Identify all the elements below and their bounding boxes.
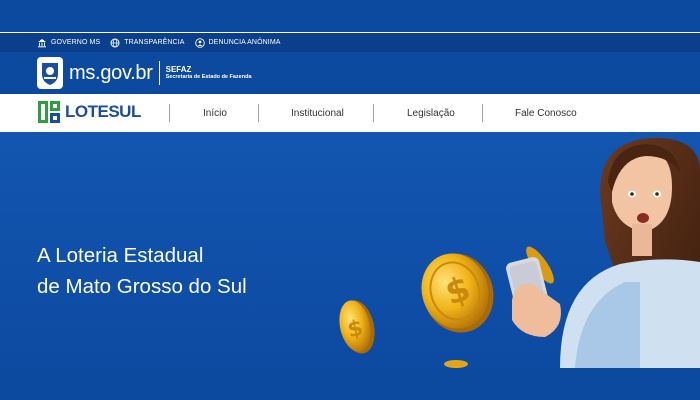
page: GOVERNO MS TRANSPARÊNCIA DENUNCIA ANÔNIM… [0,0,700,400]
gov-link-label: DENUNCIA ANÔNIMA [208,39,281,46]
department-title: SEFAZ [165,64,192,74]
coin-icon: $ [421,253,494,333]
main-nav: LOTESUL Início Institucional Legislação … [0,94,700,132]
brand-divider [158,61,160,85]
site-name[interactable]: ms.gov.br [69,62,153,85]
nav-item-inicio[interactable]: Início [203,94,227,132]
lotesul-logo[interactable]: LOTESUL [37,100,141,124]
nav-divider [482,104,483,122]
nav-divider [258,104,259,122]
top-band [0,0,700,33]
brand-bar: ms.gov.br SEFAZ Secretaria de Estado de … [0,52,700,94]
coin-icon [444,360,468,368]
bottom-band [0,368,700,400]
logo-text: LOTESUL [65,102,141,121]
nav-divider [169,104,170,122]
nav-item-fale-conosco[interactable]: Fale Conosco [515,94,577,132]
hero-banner: A Loteria Estadual de Mato Grosso do Sul [0,132,700,368]
gov-link-label: TRANSPARÊNCIA [124,39,185,46]
gov-link-transparencia[interactable]: TRANSPARÊNCIA [110,38,184,48]
coin-icon: $ [339,300,375,354]
lotesul-mark-icon [38,101,60,123]
gov-link-label: GOVERNO MS [51,39,101,46]
building-icon [38,38,46,47]
globe-icon [110,38,120,47]
nav-divider [373,104,374,122]
hero-illustration: $ $ [339,137,700,368]
gov-link-denuncia[interactable]: DENUNCIA ANÔNIMA [194,37,281,48]
department-block: SEFAZ Secretaria de Estado de Fazenda [165,64,252,81]
department-subtitle: Secretaria de Estado de Fazenda [165,74,252,81]
nav-item-institucional[interactable]: Institucional [291,94,344,132]
gov-link-governo[interactable]: GOVERNO MS [37,38,100,48]
state-crest-logo[interactable] [37,57,63,89]
nav-item-legislacao[interactable]: Legislação [407,94,455,132]
user-icon [194,37,205,48]
gov-bar: GOVERNO MS TRANSPARÊNCIA DENUNCIA ANÔNIM… [0,33,700,52]
